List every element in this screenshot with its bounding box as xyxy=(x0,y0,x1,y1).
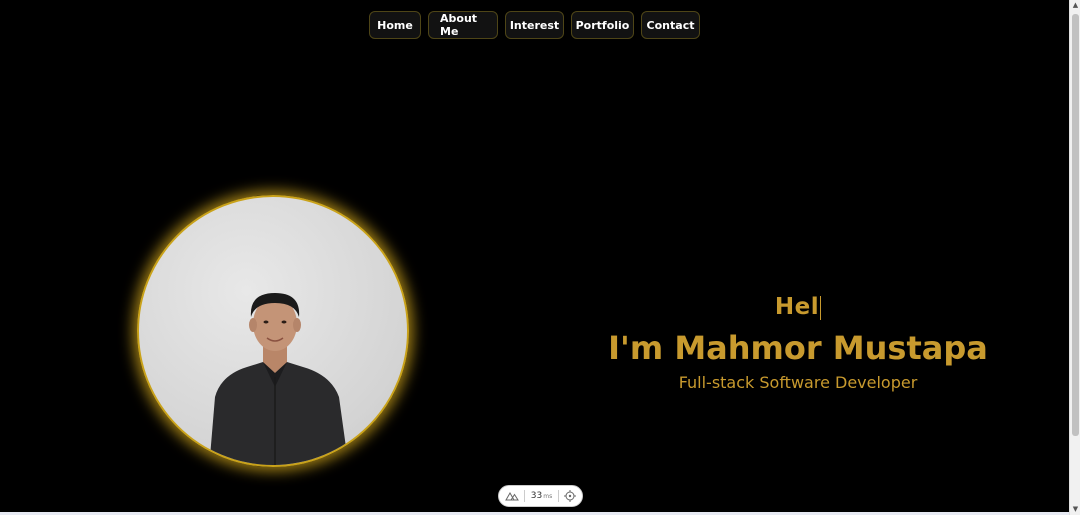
pill-divider xyxy=(557,490,559,502)
hero-role: Full-stack Software Developer xyxy=(678,373,918,392)
hero-section: Hel I'm Mahmor Mustapa Full-stack Softwa… xyxy=(598,290,998,394)
render-time: 33ms xyxy=(530,491,553,501)
main-nav: Home About Me Interest Portfolio Contact xyxy=(0,11,1069,39)
nav-interest-button[interactable]: Interest xyxy=(505,11,564,39)
crosshair-icon[interactable] xyxy=(564,490,576,502)
page: Home About Me Interest Portfolio Contact xyxy=(0,0,1080,515)
scroll-thumb[interactable] xyxy=(1072,14,1079,436)
hero-name: I'm Mahmor Mustapa xyxy=(608,329,988,367)
person-silhouette-icon xyxy=(209,293,349,465)
nuxt-logo-icon[interactable] xyxy=(505,491,519,501)
nav-about-button[interactable]: About Me xyxy=(428,11,498,39)
nav-contact-button[interactable]: Contact xyxy=(641,11,700,39)
profile-photo xyxy=(137,195,409,467)
pill-divider xyxy=(524,490,526,502)
scroll-up-icon[interactable]: ▲ xyxy=(1070,0,1080,11)
text-caret xyxy=(820,295,822,320)
typing-greeting: Hel xyxy=(774,294,822,320)
nav-portfolio-button[interactable]: Portfolio xyxy=(571,11,634,39)
scroll-down-icon[interactable]: ▼ xyxy=(1070,504,1080,515)
vertical-scrollbar[interactable]: ▲ ▼ xyxy=(1069,0,1080,515)
nav-home-button[interactable]: Home xyxy=(369,11,421,39)
devtools-pill[interactable]: 33ms xyxy=(498,485,583,507)
